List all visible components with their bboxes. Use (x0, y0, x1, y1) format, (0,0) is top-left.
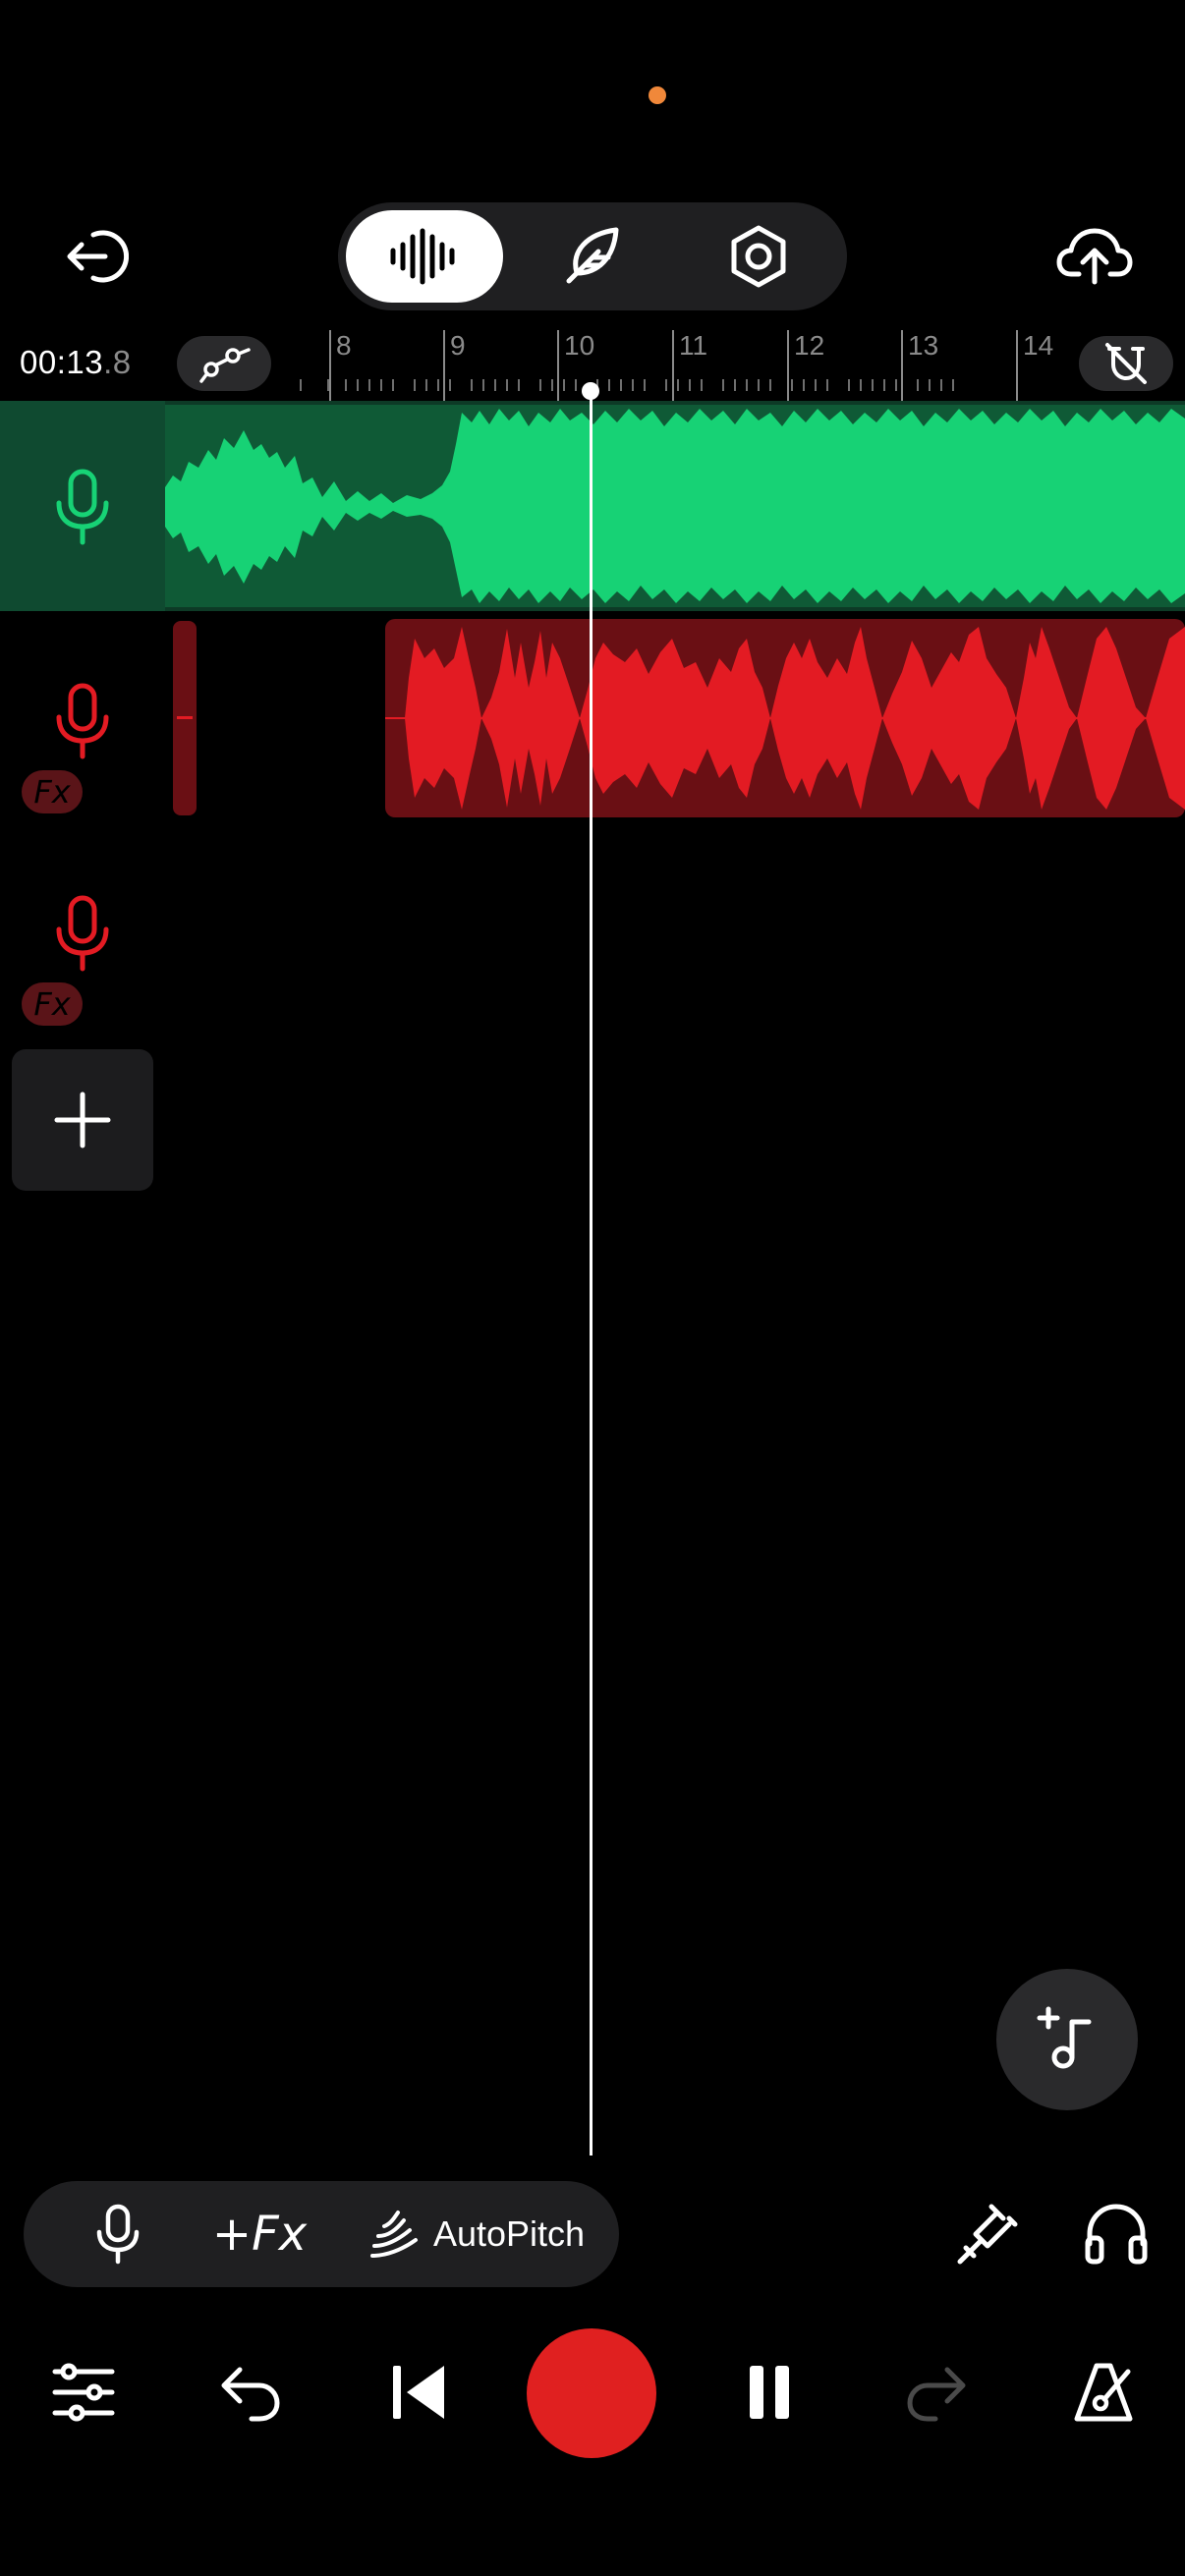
redo-icon (907, 2367, 966, 2422)
fx-badge-label: Fx (33, 985, 71, 1023)
timecode-main: 00:13 (20, 344, 104, 380)
undo-button[interactable] (206, 2348, 295, 2436)
metronome-icon (1074, 2363, 1133, 2422)
add-music-button[interactable] (996, 1969, 1138, 2110)
ruler-label: 13 (908, 330, 939, 361)
ruler-label: 9 (450, 330, 466, 361)
record-input-button[interactable] (59, 2181, 177, 2287)
timecode: 00:13.8 (20, 344, 132, 381)
microphone-icon (56, 683, 109, 759)
track-3-mic-button[interactable] (51, 892, 114, 975)
exit-button[interactable] (51, 218, 138, 295)
clip-center-line (177, 716, 193, 719)
track-toolbar: +Fx AutoPitch (24, 2181, 619, 2287)
fx-badge-label: Fx (33, 773, 71, 811)
metronome-button[interactable] (1059, 2348, 1148, 2436)
track-2-clip-small[interactable] (173, 621, 197, 815)
ruler-label: 10 (564, 330, 595, 361)
cloud-upload-button[interactable] (1047, 218, 1142, 295)
plus-icon (54, 1092, 111, 1148)
track-3-fx-badge[interactable]: Fx (22, 982, 83, 1026)
add-fx-label: +Fx (211, 2207, 308, 2262)
playhead-line[interactable] (590, 391, 592, 2156)
status-indicator-dot (649, 86, 666, 104)
ruler-label: 12 (794, 330, 825, 361)
tuner-button[interactable] (939, 2193, 1034, 2277)
pause-button[interactable] (725, 2348, 814, 2436)
ruler-label: 8 (336, 330, 352, 361)
tuning-fork-icon (957, 2204, 1018, 2265)
autopitch-icon (369, 2211, 418, 2258)
waveform-icon (390, 228, 455, 285)
track-2-fx-badge[interactable]: Fx (22, 770, 83, 813)
mode-tab-settings[interactable] (680, 210, 837, 303)
automation-curve-icon (199, 348, 251, 383)
hex-settings-icon (731, 225, 786, 288)
add-fx-button[interactable]: +Fx (191, 2181, 328, 2287)
mixer-button[interactable] (39, 2348, 128, 2436)
playhead-handle[interactable] (582, 382, 599, 400)
ruler-label: 11 (679, 330, 708, 361)
mode-tab-lyrics[interactable] (513, 210, 670, 303)
add-music-note-icon (1037, 2006, 1092, 2069)
skip-back-icon (393, 2366, 444, 2419)
skip-to-start-button[interactable] (373, 2348, 462, 2436)
timeline-ruler[interactable]: 8 9 10 11 12 13 14 (295, 324, 1081, 403)
automation-button[interactable] (177, 336, 271, 391)
autopitch-button[interactable]: AutoPitch (348, 2181, 603, 2287)
snap-toggle-button[interactable] (1079, 336, 1173, 391)
mixer-sliders-icon (52, 2363, 115, 2422)
microphone-icon (96, 2204, 140, 2265)
microphone-icon (56, 469, 109, 545)
autopitch-label: AutoPitch (432, 2213, 586, 2254)
feather-icon (566, 227, 619, 284)
mode-tab-waveform[interactable] (346, 210, 503, 303)
microphone-icon (56, 895, 109, 972)
mode-switcher (338, 202, 847, 310)
monitor-button[interactable] (1071, 2189, 1161, 2277)
headphones-icon (1085, 2204, 1148, 2265)
undo-icon (221, 2367, 280, 2422)
track-1-mic-button[interactable] (51, 466, 114, 548)
track-2-waveform[interactable] (385, 619, 1185, 817)
record-button[interactable] (527, 2328, 656, 2458)
ruler-label: 14 (1023, 330, 1054, 361)
add-track-button[interactable] (12, 1049, 153, 1191)
redo-button[interactable] (892, 2348, 981, 2436)
exit-icon (67, 230, 129, 283)
magnet-off-icon (1105, 343, 1147, 384)
track-1-waveform[interactable] (165, 405, 1185, 607)
cloud-upload-icon (1056, 228, 1133, 285)
track-2-mic-button[interactable] (51, 680, 114, 762)
timecode-fraction: .8 (103, 344, 132, 380)
pause-icon (750, 2366, 789, 2419)
